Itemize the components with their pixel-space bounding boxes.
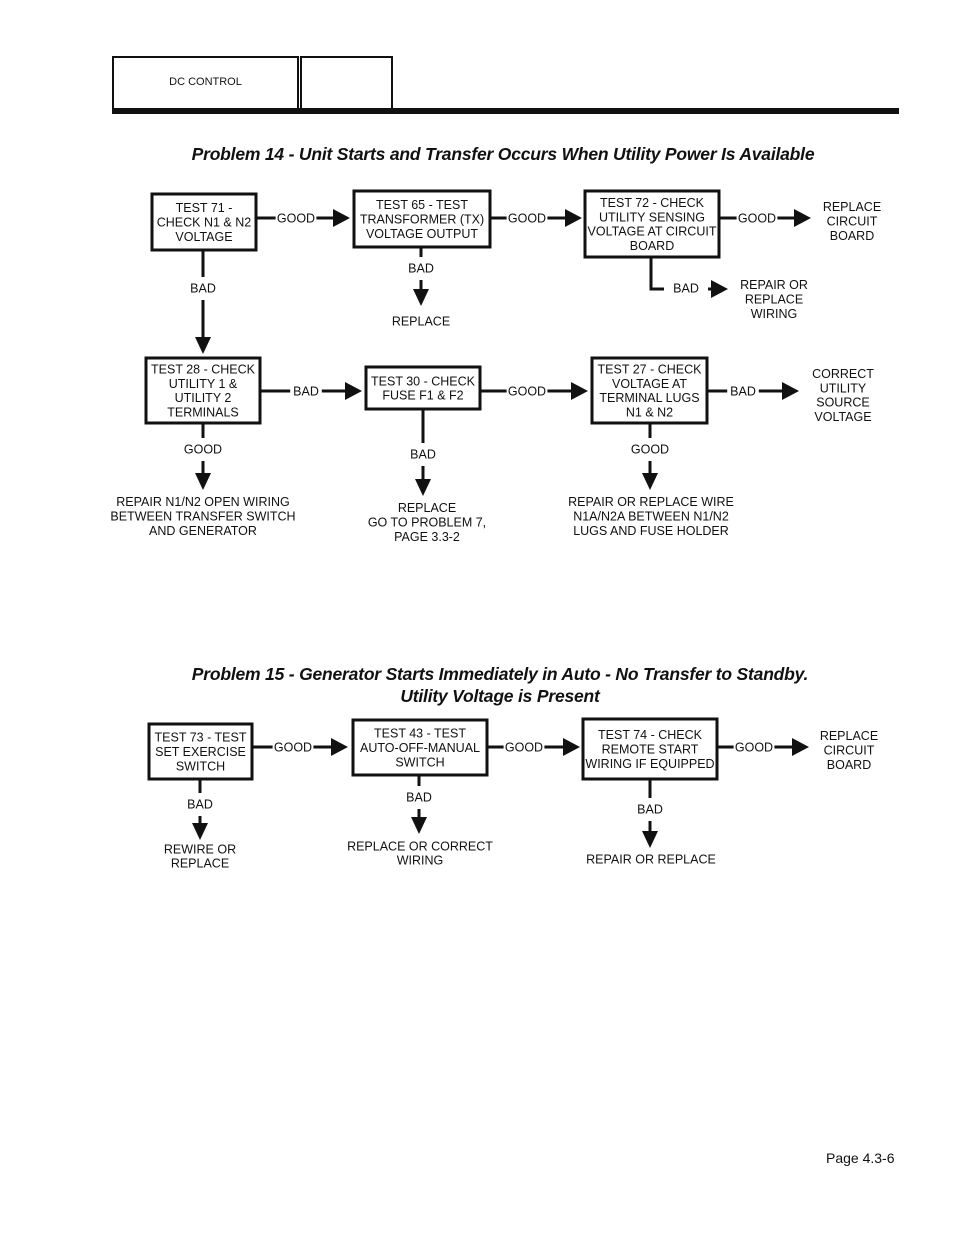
- outcome-repair-n1n2-wiring-line: AND GENERATOR: [149, 524, 257, 538]
- edge-test74-good-arrow-icon: [792, 738, 809, 756]
- edge-test28-good-label: GOOD: [184, 443, 222, 457]
- page-number: Page 4.3-6: [826, 1150, 895, 1166]
- outcome-replace-or-correct-wiring-line: REPLACE OR CORRECT: [347, 839, 493, 853]
- test-box-test27-text-line: TEST 27 - CHECK: [598, 363, 703, 377]
- outcome-repair-or-replace-line: REPAIR OR REPLACE: [586, 853, 716, 867]
- edge-test72-good-arrow-icon: [794, 209, 811, 227]
- outcome-correct-utility-voltage-line: UTILITY: [820, 381, 867, 395]
- edge-test74-bad-arrow-icon: [642, 831, 658, 848]
- outcome-replace-circuit-board-line: CIRCUIT: [827, 215, 878, 229]
- edge-test71-good-arrow-icon: [333, 209, 350, 227]
- test-box-test43-text-line: SWITCH: [395, 755, 444, 769]
- outcome-replace-circuit-board-p15-line: CIRCUIT: [824, 744, 875, 758]
- outcome-replace-circuit-board-p15-line: BOARD: [827, 758, 871, 772]
- test-box-test74-text-line: TEST 74 - CHECK: [598, 728, 703, 742]
- test-box-test43-text-line: AUTO-OFF-MANUAL: [360, 741, 480, 755]
- test-box-test72-text-line: TEST 72 - CHECK: [600, 196, 705, 210]
- edge-test65-good-label: GOOD: [508, 212, 546, 226]
- edge-test71-bad-arrow-icon: [195, 337, 211, 354]
- test-box-test74-text-line: REMOTE START: [602, 743, 699, 757]
- test-box-test43-text-line: TEST 43 - TEST: [374, 727, 466, 741]
- outcome-repair-wire-n1a-n2a-line: N1A/N2A BETWEEN N1/N2: [573, 510, 729, 524]
- edge-test30-bad-arrow-icon: [415, 479, 431, 496]
- outcome-replace-goto-problem7-line: PAGE 3.3-2: [394, 530, 460, 544]
- test-box-test27-text-line: VOLTAGE AT: [612, 377, 687, 391]
- edge-test71-bad-label: BAD: [190, 282, 216, 296]
- test-box-test27-text-line: N1 & N2: [626, 405, 673, 419]
- outcome-rewire-or-replace-line: REPLACE: [171, 857, 229, 871]
- edge-test27-good-label: GOOD: [631, 443, 669, 457]
- test-box-test73-text-line: TEST 73 - TEST: [155, 731, 247, 745]
- edge-test65-bad-arrow-icon: [413, 289, 429, 306]
- outcome-repair-replace-wiring-line: REPLACE: [745, 293, 803, 307]
- outcome-repair-wire-n1a-n2a-line: LUGS AND FUSE HOLDER: [573, 524, 729, 538]
- edge-test73-bad-label: BAD: [187, 798, 213, 812]
- edge-test72-bad-label: BAD: [673, 282, 699, 296]
- test-box-test72-text-line: VOLTAGE AT CIRCUIT: [588, 225, 717, 239]
- test-box-test30-text-line: TEST 30 - CHECK: [371, 374, 476, 388]
- edge-test30-good-label: GOOD: [508, 385, 546, 399]
- test-box-test65-text-line: TRANSFORMER (TX): [360, 213, 484, 227]
- edge-test30-bad-label: BAD: [410, 448, 436, 462]
- edge-test71-good-label: GOOD: [277, 212, 315, 226]
- edge-test43-bad-arrow-icon: [411, 817, 427, 834]
- outcome-replace-goto-problem7-line: REPLACE: [398, 501, 456, 515]
- edge-test72-bad-arrow-icon: [711, 280, 728, 298]
- test-box-test27-text-line: TERMINAL LUGS: [599, 391, 699, 405]
- outcome-correct-utility-voltage-line: VOLTAGE: [814, 410, 871, 424]
- test-box-test65-text-line: TEST 65 - TEST: [376, 198, 468, 212]
- outcome-correct-utility-voltage-line: CORRECT: [812, 367, 874, 381]
- edge-test30-good-arrow-icon: [571, 382, 588, 400]
- test-box-test72-text-line: BOARD: [630, 239, 674, 253]
- outcome-repair-n1n2-wiring-line: REPAIR N1/N2 OPEN WIRING: [116, 495, 289, 509]
- edge-test65-bad-label: BAD: [408, 262, 434, 276]
- test-box-test30-text-line: FUSE F1 & F2: [382, 389, 463, 403]
- edge-test27-bad-label: BAD: [730, 385, 756, 399]
- outcome-replace-circuit-board-line: BOARD: [830, 229, 874, 243]
- test-box-test72-text-line: UTILITY SENSING: [599, 210, 705, 224]
- test-box-test28-text-line: TEST 28 - CHECK: [151, 363, 256, 377]
- outcome-replace-line: REPLACE: [392, 315, 450, 329]
- edge-test73-bad-arrow-icon: [192, 823, 208, 840]
- test-box-test28-text-line: UTILITY 2: [175, 391, 232, 405]
- test-box-test73-text-line: SET EXERCISE: [155, 745, 246, 759]
- edge-test74-bad-label: BAD: [637, 803, 663, 817]
- test-box-test71-text-line: VOLTAGE: [175, 230, 232, 244]
- edge-test28-good-arrow-icon: [195, 473, 211, 490]
- outcome-repair-n1n2-wiring-line: BETWEEN TRANSFER SWITCH: [110, 510, 295, 524]
- outcome-replace-goto-problem7-line: GO TO PROBLEM 7,: [368, 516, 486, 530]
- edge-test43-good-arrow-icon: [563, 738, 580, 756]
- outcome-rewire-or-replace-line: REWIRE OR: [164, 842, 236, 856]
- outcome-correct-utility-voltage-line: SOURCE: [816, 396, 869, 410]
- edge-test73-good-arrow-icon: [331, 738, 348, 756]
- edge-test73-good-label: GOOD: [274, 741, 312, 755]
- outcome-repair-replace-wiring-line: REPAIR OR: [740, 278, 808, 292]
- edge-test65-good-arrow-icon: [565, 209, 582, 227]
- edge-test43-good-label: GOOD: [505, 741, 543, 755]
- outcome-repair-wire-n1a-n2a-line: REPAIR OR REPLACE WIRE: [568, 495, 734, 509]
- troubleshooting-flowcharts: TEST 71 -CHECK N1 & N2VOLTAGETEST 65 - T…: [110, 189, 881, 871]
- outcome-replace-circuit-board-line: REPLACE: [823, 200, 881, 214]
- test-box-test71-text-line: CHECK N1 & N2: [157, 216, 252, 230]
- test-box-test73-text-line: SWITCH: [176, 759, 225, 773]
- outcome-repair-replace-wiring-line: WIRING: [751, 307, 798, 321]
- test-box-test71-text-line: TEST 71 -: [176, 201, 233, 215]
- edge-test27-bad-arrow-icon: [782, 382, 799, 400]
- edge-test43-bad-label: BAD: [406, 791, 432, 805]
- test-box-test74-text-line: WIRING IF EQUIPPED: [585, 757, 714, 771]
- outcome-replace-circuit-board-p15-line: REPLACE: [820, 729, 878, 743]
- edge-test27-good-arrow-icon: [642, 473, 658, 490]
- edge-test28-bad-label: BAD: [293, 385, 319, 399]
- test-box-test28-text-line: TERMINALS: [167, 405, 239, 419]
- test-box-test65-text-line: VOLTAGE OUTPUT: [366, 227, 478, 241]
- edge-test72-bad-line-a: [649, 257, 664, 291]
- outcome-replace-or-correct-wiring-line: WIRING: [397, 854, 444, 868]
- edge-test74-good-label: GOOD: [735, 741, 773, 755]
- test-box-test28-text-line: UTILITY 1 &: [169, 377, 238, 391]
- edge-test28-bad-arrow-icon: [345, 382, 362, 400]
- edge-test72-good-label: GOOD: [738, 212, 776, 226]
